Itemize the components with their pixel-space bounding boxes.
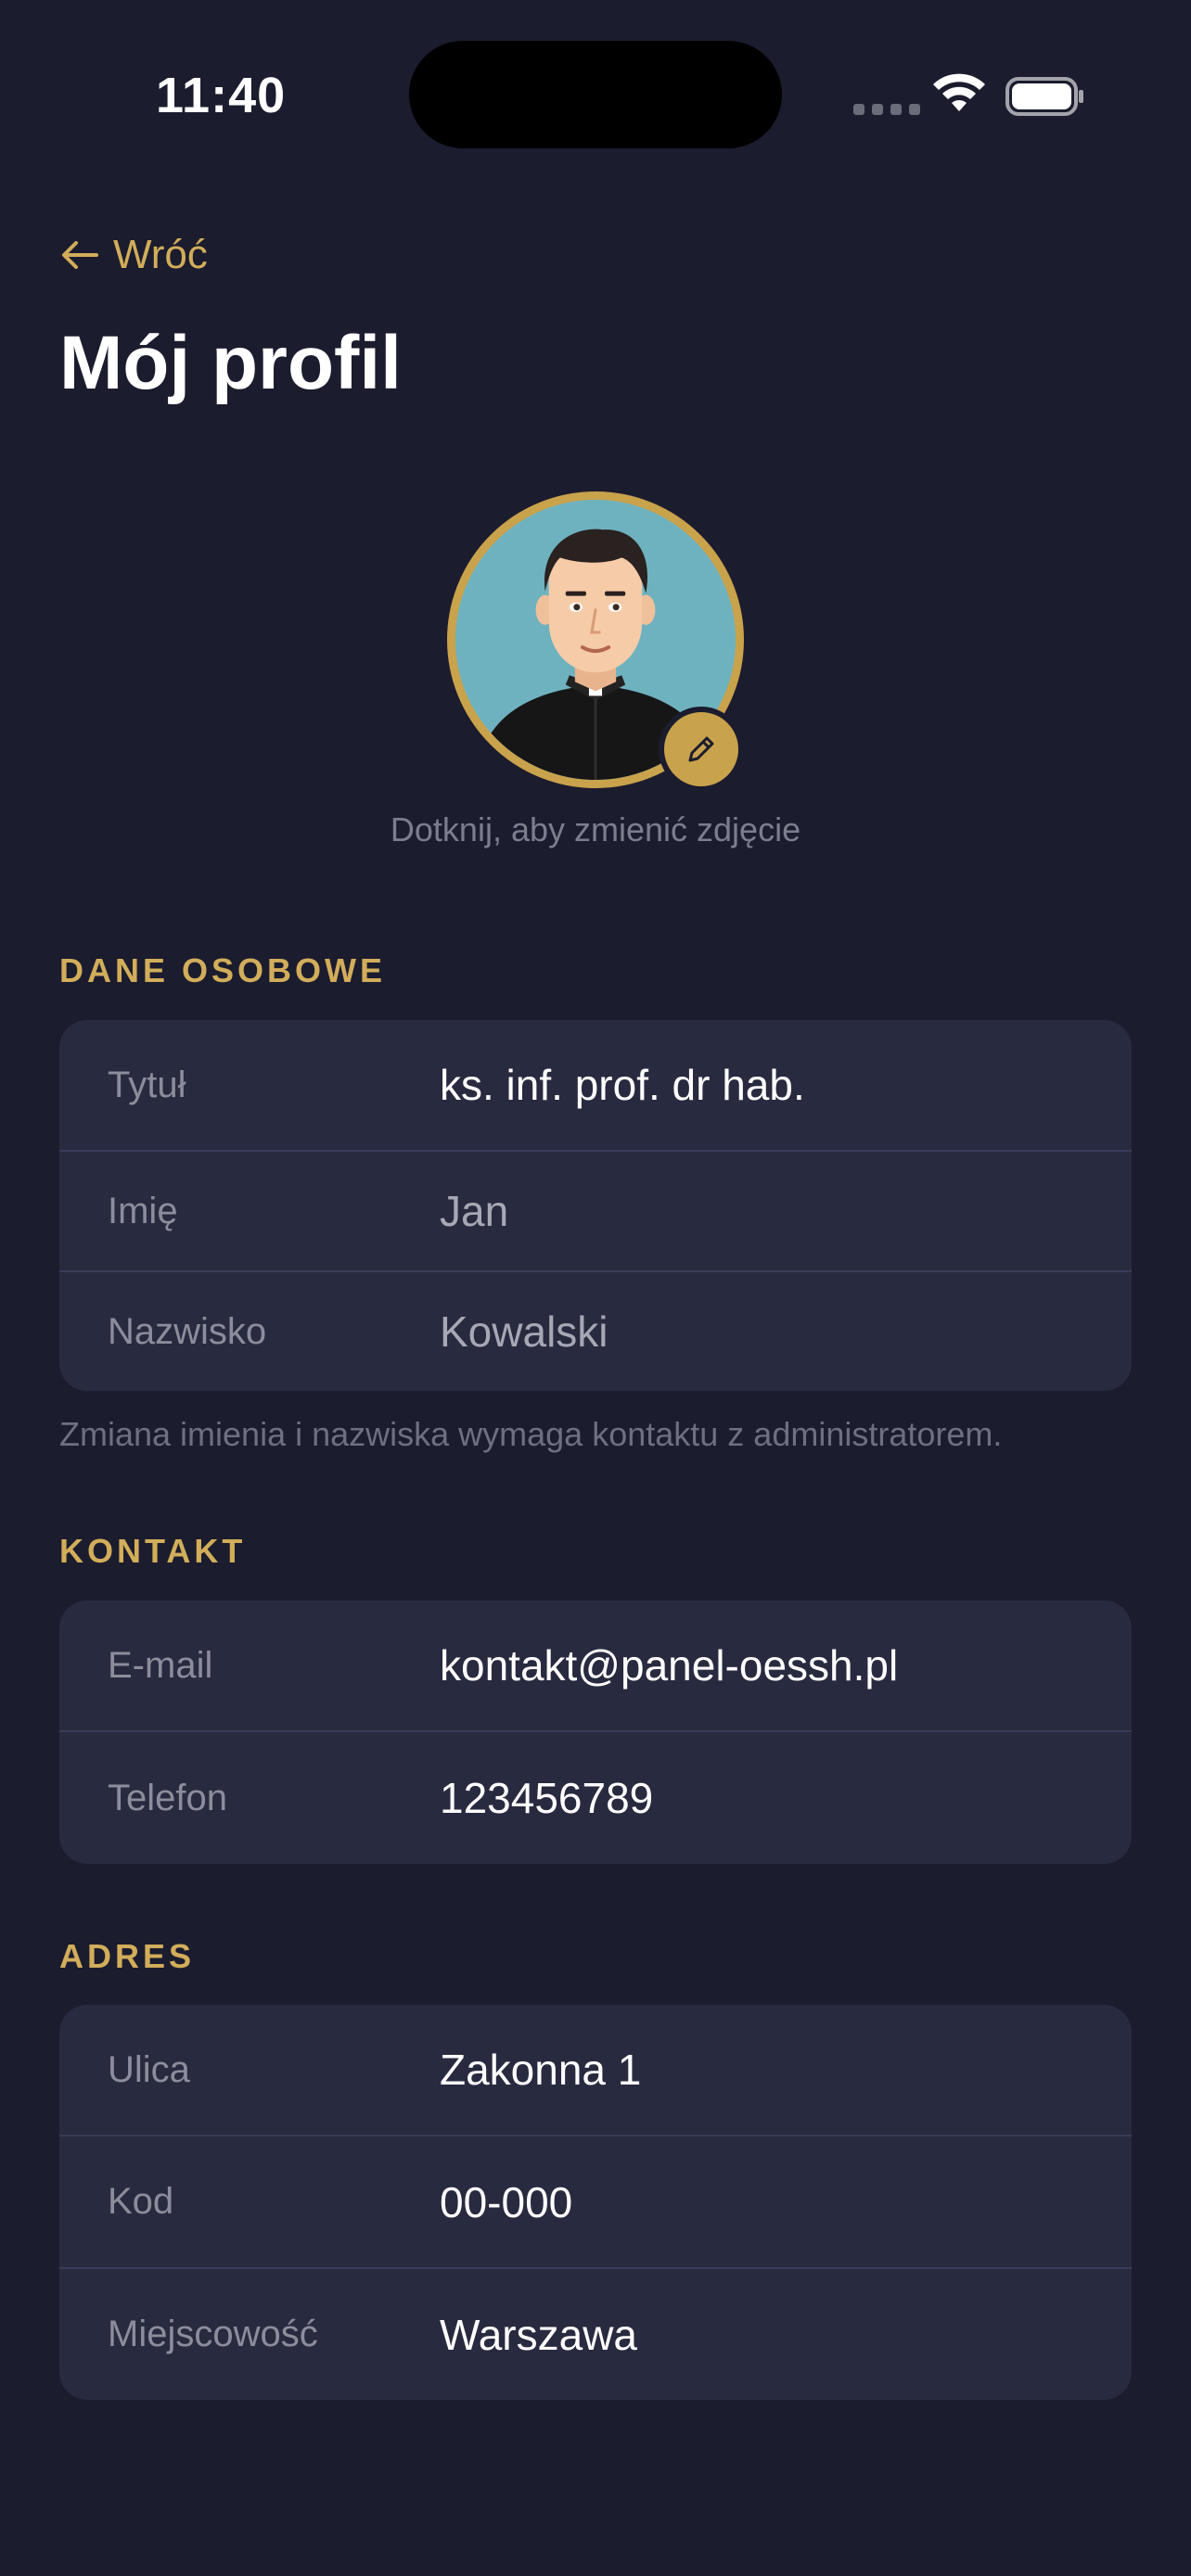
dynamic-island [409,41,782,148]
field-label: Tytuł [108,1064,186,1105]
field-row-city[interactable]: Miejscowość Warszawa [59,2269,1132,2400]
field-row-postal-code[interactable]: Kod 00-000 [59,2136,1132,2269]
first-name-value: Jan [440,1187,509,1235]
city-input[interactable]: Warszawa [440,2310,637,2360]
title-input[interactable]: ks. inf. prof. dr hab. [440,1060,805,1110]
contact-card: E-mail kontakt@panel-oessh.pl Telefon 12… [59,1600,1132,1864]
field-row-title[interactable]: Tytuł ks. inf. prof. dr hab. [59,1020,1132,1152]
section-title-address: ADRES [59,1937,196,1975]
field-label: Telefon [108,1777,227,1818]
field-label: Ulica [108,2048,190,2090]
street-input[interactable]: Zakonna 1 [440,2045,641,2095]
field-row-phone[interactable]: Telefon 123456789 [59,1732,1132,1864]
personal-data-card: Tytuł ks. inf. prof. dr hab. Imię Jan Na… [59,1020,1132,1391]
field-label: Kod [108,2181,174,2222]
cellular-signal-icon [853,104,920,115]
phone-input[interactable]: 123456789 [440,1773,653,1823]
back-label: Wróć [113,232,208,277]
avatar-picker[interactable] [447,491,744,792]
status-time: 11:40 [156,68,287,123]
page-title: Mój profil [59,321,402,405]
field-label: Miejscowość [108,2314,318,2354]
field-row-street[interactable]: Ulica Zakonna 1 [59,2005,1132,2136]
field-label: Nazwisko [108,1310,267,1352]
wifi-icon [933,73,985,111]
field-row-first-name: Imię Jan [59,1152,1132,1272]
profile-screen: 11:40 Wróć Mój profil Dotknij, aby zmien… [0,0,1191,2576]
section-title-contact: KONTAKT [59,1532,247,1570]
email-input[interactable]: kontakt@panel-oessh.pl [440,1640,898,1690]
edit-photo-button[interactable] [659,707,744,792]
pencil-icon [688,736,714,762]
section-title-personal: DANE OSOBOWE [59,951,387,989]
avatar-hint: Dotknij, aby zmienić zdjęcie [390,810,801,848]
field-label: Imię [108,1190,178,1231]
name-change-note: Zmiana imienia i nazwiska wymaga kontakt… [59,1415,1003,1453]
arrow-left-icon [62,241,98,269]
postal-code-input[interactable]: 00-000 [440,2177,572,2227]
field-row-last-name: Nazwisko Kowalski [59,1272,1132,1391]
field-label: E-mail [108,1644,213,1686]
last-name-value: Kowalski [440,1307,608,1356]
address-card: Ulica Zakonna 1 Kod 00-000 Miejscowość W… [59,2005,1132,2400]
battery-icon [1005,77,1083,116]
back-button[interactable]: Wróć [59,232,208,278]
field-row-email[interactable]: E-mail kontakt@panel-oessh.pl [59,1600,1132,1732]
